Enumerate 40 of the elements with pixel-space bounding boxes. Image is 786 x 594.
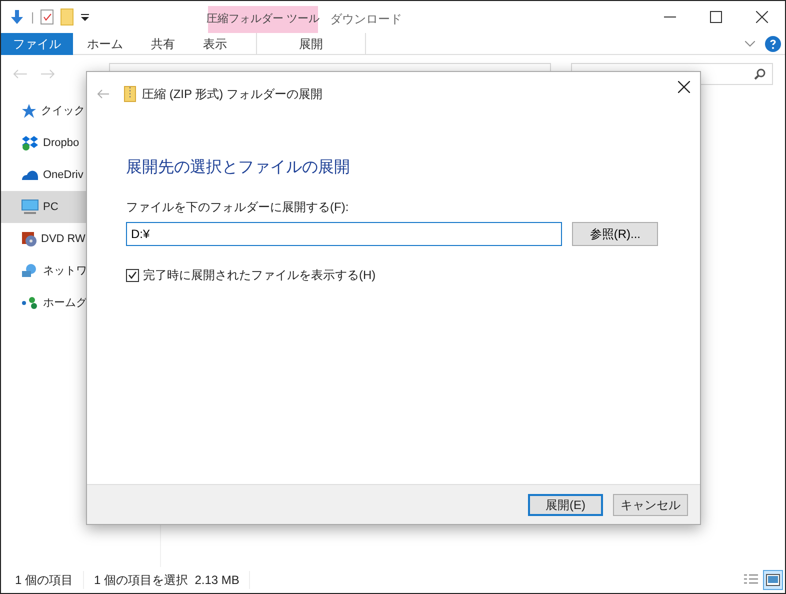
cancel-button[interactable]: キャンセル — [613, 494, 688, 516]
close-icon[interactable] — [756, 11, 768, 23]
ribbon-tab[interactable]: ファイル — [1, 32, 73, 54]
close-icon[interactable] — [678, 81, 690, 93]
browse-button[interactable]: 参照(R)... — [572, 222, 658, 246]
zip-folder-icon — [124, 86, 136, 102]
window-title: ダウンロード — [330, 11, 402, 28]
extract-button[interactable]: 展開(E) — [528, 494, 603, 516]
context-tab-group: 圧縮フォルダー ツール — [208, 6, 318, 33]
monitor-icon — [21, 199, 39, 215]
destination-path-field[interactable]: D:¥ — [126, 222, 562, 246]
check-icon — [128, 271, 137, 279]
dialog-title: 圧縮 (ZIP 形式) フォルダーの展開 — [142, 86, 322, 103]
search-icon — [754, 68, 766, 80]
sidebar-item[interactable]: Dropbo — [1, 127, 160, 159]
properties-icon[interactable] — [40, 9, 54, 25]
selection-status: 1 個の項目を選択 2.13 MB — [84, 571, 250, 589]
sidebar-item[interactable]: ホームグ — [1, 287, 160, 319]
star-icon — [21, 103, 37, 119]
ribbon-tab[interactable]: 表示 — [189, 32, 241, 54]
dropdown-icon[interactable] — [80, 12, 90, 22]
maximize-icon[interactable] — [710, 11, 722, 23]
disc-drive-icon — [21, 231, 37, 247]
item-count: 1 個の項目 — [1, 571, 84, 589]
download-arrow-icon[interactable] — [9, 9, 25, 25]
help-icon[interactable] — [765, 36, 781, 52]
dropbox-icon — [21, 135, 39, 151]
homegroup-icon — [21, 296, 39, 310]
large-icons-view-button[interactable] — [763, 570, 783, 590]
dialog-heading: 展開先の選択とファイルの展開 — [126, 158, 351, 178]
checkbox[interactable] — [126, 268, 139, 282]
ribbon-tab[interactable]: ホーム — [73, 32, 137, 54]
cloud-icon — [21, 169, 39, 181]
ribbon-tab[interactable]: 展開 — [256, 32, 366, 54]
network-icon — [21, 263, 39, 279]
show-files-checkbox[interactable]: 完了時に展開されたファイルを表示する(H) — [126, 266, 658, 284]
chevron-down-icon[interactable] — [745, 40, 755, 46]
ribbon-tab[interactable]: 共有 — [137, 32, 189, 54]
toolbar-separator: | — [31, 9, 34, 26]
thumbnail-icon — [766, 574, 780, 586]
